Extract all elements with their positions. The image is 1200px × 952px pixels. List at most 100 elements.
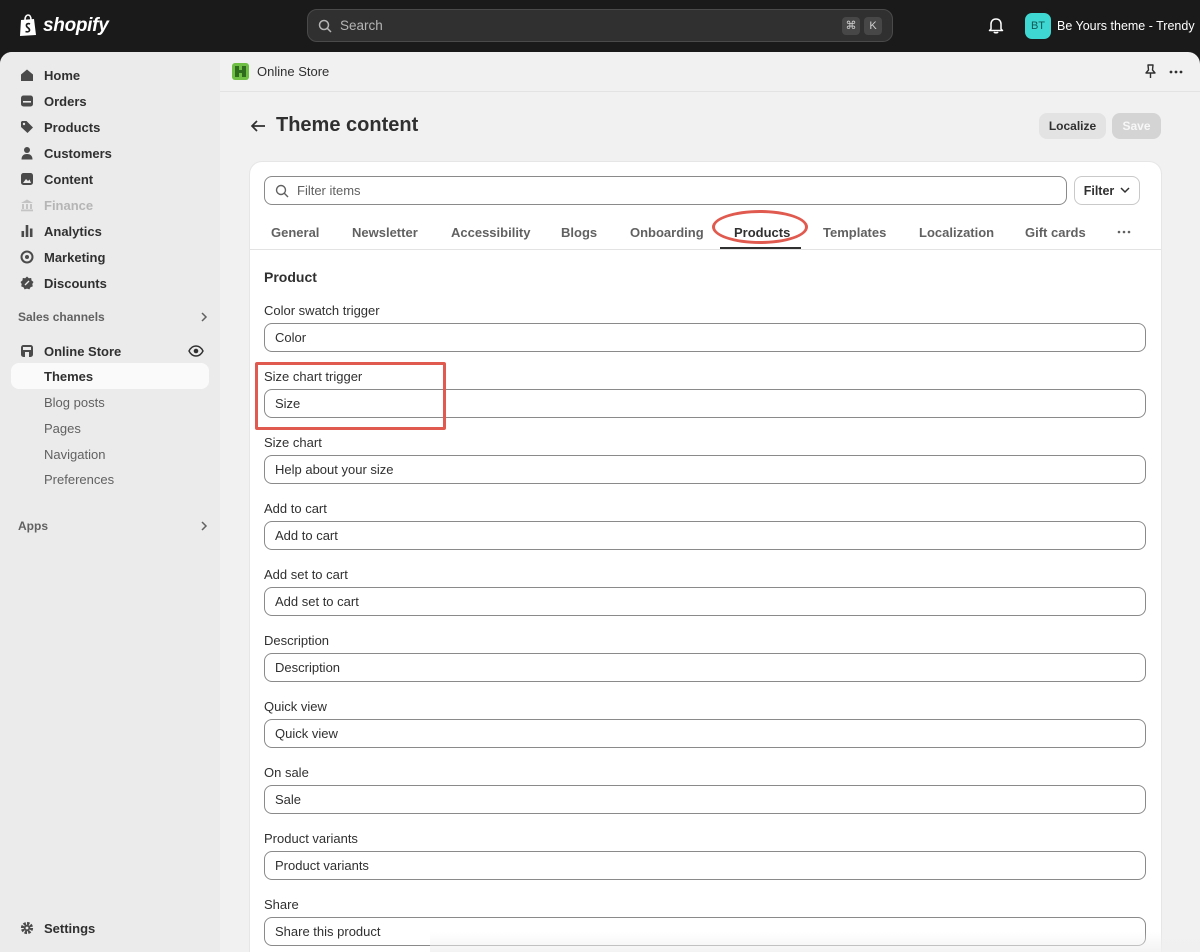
sidebar-item-label: Themes (44, 368, 94, 384)
tab-general[interactable]: General (271, 214, 319, 250)
sidebar-item-orders[interactable]: Orders (11, 88, 209, 114)
field-on-sale[interactable]: Sale (264, 785, 1146, 814)
sidebar-item-navigation[interactable]: Navigation (11, 441, 209, 467)
search-icon (275, 184, 289, 197)
field-label-description: Description (264, 633, 330, 648)
field-label-on-sale: On sale (264, 765, 309, 780)
bell-icon (988, 18, 1004, 34)
tab-templates[interactable]: Templates (823, 214, 886, 250)
filter-button[interactable]: Filter (1074, 176, 1140, 205)
tag-icon (21, 121, 33, 133)
sidebar-item-label: Home (44, 67, 81, 83)
sidebar-item-finance[interactable]: Finance (11, 192, 209, 218)
bank-icon (21, 199, 33, 212)
search-icon (318, 19, 332, 33)
search-placeholder: Search (340, 18, 383, 33)
field-add-to-cart[interactable]: Add to cart (264, 521, 1146, 550)
content-area: Online Store Theme content Localize Save (220, 52, 1200, 952)
sidebar-item-customers[interactable]: Customers (11, 140, 209, 166)
chevron-right-icon (201, 312, 208, 322)
sidebar-item-label: Customers (44, 145, 112, 161)
back-arrow-icon[interactable] (250, 119, 266, 133)
gear-icon (20, 921, 34, 935)
save-button[interactable]: Save (1112, 113, 1161, 139)
sidebar-item-label: Analytics (44, 223, 102, 239)
breadcrumb[interactable]: Online Store (232, 63, 329, 80)
more-tabs-icon[interactable] (1116, 224, 1132, 240)
person-icon (21, 147, 33, 160)
shopify-logo[interactable]: shopify (18, 14, 109, 37)
sidebar-item-label: Online Store (44, 343, 122, 359)
field-label-share: Share (264, 897, 299, 912)
chevron-right-icon (201, 521, 208, 531)
home-icon (21, 69, 33, 81)
sidebar-item-discounts[interactable]: Discounts (11, 270, 209, 296)
field-label-color-swatch-trigger: Color swatch trigger (264, 303, 380, 318)
localize-button[interactable]: Localize (1039, 113, 1106, 139)
logo-text: shopify (43, 14, 109, 36)
apps-label: Apps (18, 519, 48, 533)
eye-icon[interactable] (188, 345, 204, 357)
sidebar-item-themes[interactable]: Themes (11, 363, 209, 389)
sidebar-item-label: Products (44, 119, 101, 135)
field-color-swatch-trigger[interactable]: Color (264, 323, 1146, 352)
sidebar-item-label: Marketing (44, 249, 106, 265)
discount-icon (20, 276, 34, 290)
sidebar-item-settings[interactable]: Settings (11, 915, 209, 941)
breadcrumb-label: Online Store (257, 64, 330, 79)
sidebar-item-label: Blog posts (44, 394, 105, 410)
more-actions-icon[interactable] (1168, 64, 1184, 80)
field-description[interactable]: Description (264, 653, 1146, 682)
sidebar-item-preferences[interactable]: Preferences (11, 466, 209, 492)
tab-gift-cards[interactable]: Gift cards (1025, 214, 1086, 250)
sidebar-item-label: Preferences (44, 471, 115, 487)
sidebar-item-products[interactable]: Products (11, 114, 209, 140)
shortcut-key-k: K (864, 16, 882, 35)
apps-header[interactable]: Apps (18, 519, 208, 533)
sidebar: Home Orders Products Customers Content F… (0, 52, 220, 952)
tab-newsletter[interactable]: Newsletter (352, 214, 418, 250)
page-title: Theme content (276, 114, 419, 136)
tab-onboarding[interactable]: Onboarding (630, 214, 704, 250)
tab-blogs[interactable]: Blogs (561, 214, 597, 250)
sales-channels-header[interactable]: Sales channels (18, 310, 208, 324)
sidebar-item-blog-posts[interactable]: Blog posts (11, 389, 209, 415)
bar-chart-icon (21, 225, 33, 237)
field-quick-view[interactable]: Quick view (264, 719, 1146, 748)
shopify-bag-icon (20, 14, 36, 36)
global-search[interactable]: Search ⌘ K (307, 9, 893, 42)
field-share[interactable]: Share this product (264, 917, 1146, 946)
tab-accessibility[interactable]: Accessibility (451, 214, 531, 250)
page-header: Theme content (250, 114, 418, 137)
highlight-rectangle-annotation (255, 362, 446, 430)
main-frame: Home Orders Products Customers Content F… (0, 52, 1200, 952)
sidebar-item-label: Content (44, 171, 94, 187)
sidebar-item-label: Orders (44, 93, 87, 109)
pin-icon[interactable] (1144, 64, 1157, 79)
tab-localization[interactable]: Localization (919, 214, 994, 250)
field-product-variants[interactable]: Product variants (264, 851, 1146, 880)
filter-items-input[interactable]: Filter items (264, 176, 1067, 205)
notifications-button[interactable] (988, 16, 1004, 37)
sidebar-item-marketing[interactable]: Marketing (11, 244, 209, 270)
sidebar-item-content[interactable]: Content (11, 166, 209, 192)
filter-button-label: Filter (1083, 183, 1115, 198)
chevron-down-icon (1120, 187, 1130, 194)
sidebar-item-online-store[interactable]: Online Store (11, 338, 209, 364)
store-switcher[interactable]: BT Be Yours theme - Trendy (1025, 13, 1195, 39)
sidebar-item-label: Settings (44, 920, 96, 936)
online-store-icon (232, 63, 249, 80)
top-bar: shopify Search ⌘ K BT Be Yours theme - T… (0, 0, 1200, 52)
field-size-chart[interactable]: Help about your size (264, 455, 1146, 484)
content-icon (21, 173, 33, 185)
field-label-add-set-to-cart: Add set to cart (264, 567, 348, 582)
sidebar-item-analytics[interactable]: Analytics (11, 218, 209, 244)
sales-channels-label: Sales channels (18, 310, 105, 324)
active-tab-indicator (720, 247, 801, 249)
field-label-product-variants: Product variants (264, 831, 358, 846)
tab-bar: General Newsletter Accessibility Blogs O… (250, 214, 1161, 250)
field-add-set-to-cart[interactable]: Add set to cart (264, 587, 1146, 616)
store-avatar: BT (1025, 13, 1051, 39)
sidebar-item-home[interactable]: Home (11, 62, 209, 88)
sidebar-item-pages[interactable]: Pages (11, 415, 209, 441)
